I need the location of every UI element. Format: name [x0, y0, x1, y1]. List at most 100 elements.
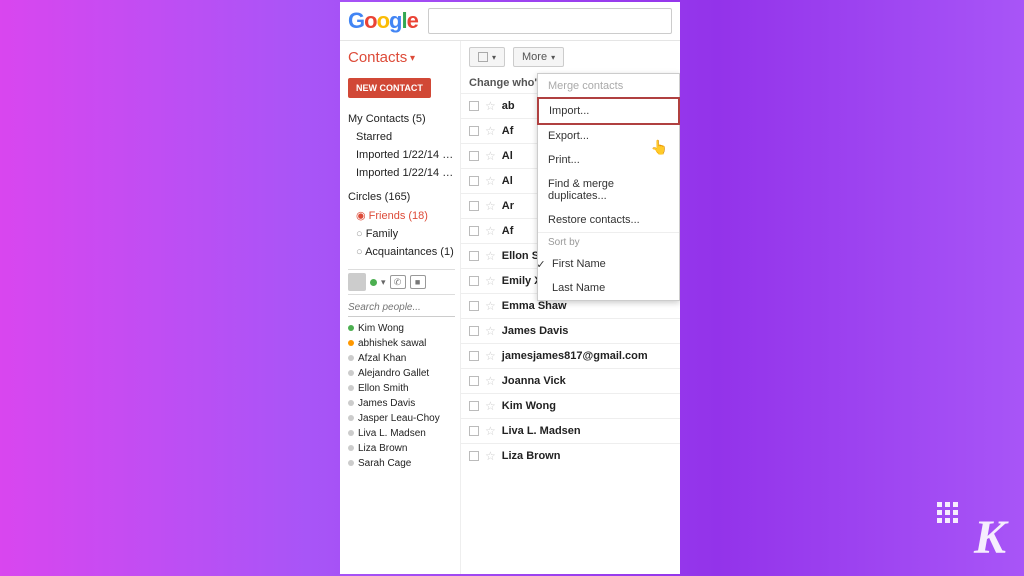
star-icon[interactable]: ☆ [485, 424, 496, 438]
header: Google [340, 2, 680, 41]
menu-export[interactable]: Export... [538, 124, 679, 148]
star-icon[interactable]: ☆ [485, 174, 496, 188]
chat-person[interactable]: Liva L. Madsen [348, 426, 455, 441]
nav-imported-2[interactable]: Imported 1/22/14 1 ... [348, 164, 455, 182]
checkbox-icon [478, 52, 488, 62]
chat-person[interactable]: Afzal Khan [348, 351, 455, 366]
person-name: Kim Wong [358, 323, 404, 334]
person-name: Sarah Cage [358, 458, 411, 469]
star-icon[interactable]: ☆ [485, 324, 496, 338]
nav-imported-1[interactable]: Imported 1/22/14 (2) [348, 146, 455, 164]
row-checkbox[interactable] [469, 176, 479, 186]
star-icon[interactable]: ☆ [485, 249, 496, 263]
nav-circle-acquaintances[interactable]: Acquaintances (1) [348, 243, 455, 261]
star-icon[interactable]: ☆ [485, 224, 496, 238]
menu-sort-last-name[interactable]: Last Name [538, 276, 679, 300]
row-checkbox[interactable] [469, 276, 479, 286]
person-name: Afzal Khan [358, 353, 406, 364]
search-people-input[interactable] [348, 299, 455, 317]
row-checkbox[interactable] [469, 326, 479, 336]
row-checkbox[interactable] [469, 301, 479, 311]
chevron-down-icon: ▾ [492, 53, 496, 62]
row-checkbox[interactable] [469, 426, 479, 436]
person-name: Alejandro Gallet [358, 368, 429, 379]
chat-person[interactable]: Jasper Leau-Choy [348, 411, 455, 426]
star-icon[interactable]: ☆ [485, 374, 496, 388]
contact-name: Ar [502, 200, 514, 212]
person-name: James Davis [358, 398, 415, 409]
menu-restore[interactable]: Restore contacts... [538, 208, 679, 232]
contacts-dropdown[interactable]: Contacts [348, 49, 455, 66]
contact-row[interactable]: ☆Liza Brown [461, 443, 680, 468]
person-name: Ellon Smith [358, 383, 409, 394]
contact-row[interactable]: ☆ jamesjames817@gmail.com [461, 343, 680, 368]
new-contact-button[interactable]: NEW CONTACT [348, 78, 431, 98]
nav-circle-family[interactable]: Family [348, 225, 455, 243]
star-icon[interactable]: ☆ [485, 274, 496, 288]
search-input[interactable] [428, 8, 672, 34]
presence-dot-icon [348, 400, 354, 406]
row-checkbox[interactable] [469, 226, 479, 236]
row-checkbox[interactable] [469, 376, 479, 386]
star-icon[interactable]: ☆ [485, 124, 496, 138]
presence-dot-icon [348, 325, 354, 331]
select-all-button[interactable]: ▾ [469, 47, 505, 67]
chat-person[interactable]: Alejandro Gallet [348, 366, 455, 381]
logo-letter: e [407, 8, 418, 33]
phone-icon[interactable]: ✆ [390, 275, 406, 289]
contact-row[interactable]: ☆Kim Wong [461, 393, 680, 418]
star-icon[interactable]: ☆ [485, 449, 496, 463]
nav-circle-friends[interactable]: Friends (18) [348, 206, 455, 225]
star-icon[interactable]: ☆ [485, 149, 496, 163]
chevron-down-icon[interactable]: ▾ [381, 277, 386, 288]
contact-row[interactable]: ☆James Davis [461, 318, 680, 343]
nav-my-contacts[interactable]: My Contacts (5) [348, 110, 455, 128]
presence-dot-icon [348, 355, 354, 361]
menu-import[interactable]: Import... [537, 97, 680, 125]
row-checkbox[interactable] [469, 401, 479, 411]
contact-name: Af [502, 125, 514, 137]
chat-person[interactable]: Kim Wong [348, 321, 455, 336]
star-icon[interactable]: ☆ [485, 349, 496, 363]
presence-dot-icon [348, 430, 354, 436]
main-panel: ▾ More▾ Change who's Merge contacts Impo… [460, 41, 680, 574]
nav-starred[interactable]: Starred [348, 128, 455, 146]
person-name: Liza Brown [358, 443, 407, 454]
row-checkbox[interactable] [469, 126, 479, 136]
row-checkbox[interactable] [469, 251, 479, 261]
more-button[interactable]: More▾ [513, 47, 564, 67]
watermark: K [936, 502, 1006, 562]
chat-person[interactable]: Liza Brown [348, 441, 455, 456]
google-contacts-window: Google Contacts NEW CONTACT My Contacts … [340, 2, 680, 574]
logo-letter: o [377, 8, 389, 33]
row-checkbox[interactable] [469, 451, 479, 461]
person-name: Jasper Leau-Choy [358, 413, 440, 424]
star-icon[interactable]: ☆ [485, 299, 496, 313]
row-checkbox[interactable] [469, 351, 479, 361]
star-icon[interactable]: ☆ [485, 399, 496, 413]
logo-letter: G [348, 8, 364, 33]
chat-person[interactable]: abhishek sawal [348, 336, 455, 351]
row-checkbox[interactable] [469, 101, 479, 111]
contact-row[interactable]: ☆ Liva L. Madsen [461, 418, 680, 443]
presence-dot-icon [348, 340, 354, 346]
star-icon[interactable]: ☆ [485, 99, 496, 113]
video-icon[interactable]: ■ [410, 275, 426, 289]
chat-person[interactable]: Sarah Cage [348, 456, 455, 471]
logo-letter: g [389, 8, 401, 33]
star-icon[interactable]: ☆ [485, 199, 496, 213]
presence-dot-icon [348, 415, 354, 421]
row-checkbox[interactable] [469, 151, 479, 161]
contact-name: jamesjames817@gmail.com [502, 350, 648, 362]
watermark-k-icon: K [974, 514, 1006, 562]
menu-sort-first-name[interactable]: ✓First Name [538, 252, 679, 276]
menu-sort-by-header: Sort by [538, 232, 679, 252]
contact-name: Liva L. Madsen [502, 425, 581, 437]
chat-person[interactable]: James Davis [348, 396, 455, 411]
contact-row[interactable]: ☆Joanna Vick [461, 368, 680, 393]
menu-find-merge[interactable]: Find & merge duplicates... [538, 172, 679, 208]
menu-print[interactable]: Print... [538, 148, 679, 172]
chat-person[interactable]: Ellon Smith [348, 381, 455, 396]
nav-circles[interactable]: Circles (165) [348, 188, 455, 206]
row-checkbox[interactable] [469, 201, 479, 211]
